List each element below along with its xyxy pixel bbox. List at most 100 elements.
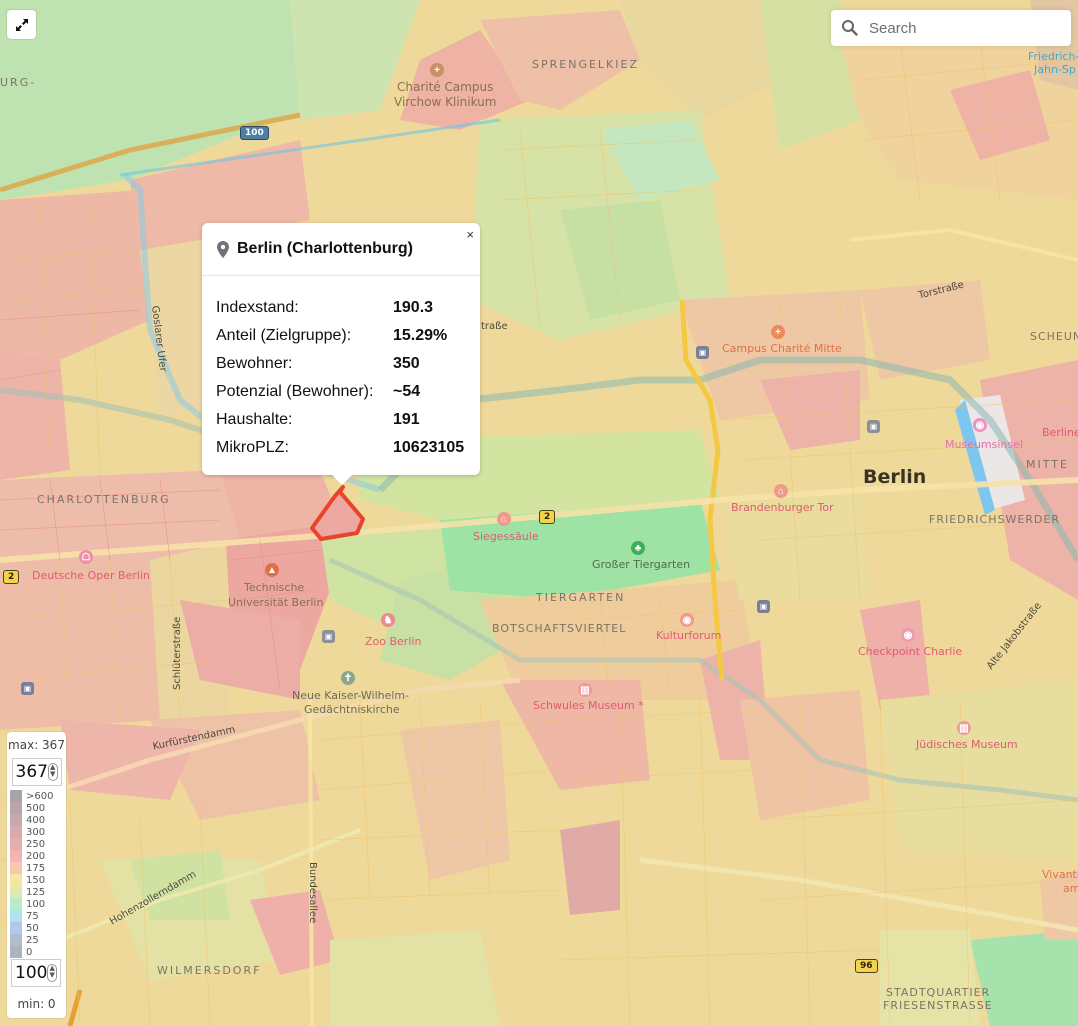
legend-swatch <box>10 922 22 934</box>
detail-row: Anteil (Zielgruppe): 15.29% <box>216 322 464 350</box>
region[interactable] <box>880 930 980 1026</box>
legend-swatch <box>10 790 22 802</box>
legend-step: 300 <box>10 826 66 838</box>
legend-swatch <box>10 946 22 958</box>
legend-step-label: 175 <box>26 862 46 874</box>
university-icon: ▲ <box>265 563 279 577</box>
legend-step-label: 400 <box>26 814 46 826</box>
museum-icon: ▥ <box>578 683 592 697</box>
park-icon: ♣ <box>631 541 645 555</box>
region[interactable] <box>560 820 620 915</box>
legend-step-label: >600 <box>26 790 54 802</box>
legend-step: 175 <box>10 862 66 874</box>
legend-step-label: 75 <box>26 910 39 922</box>
expand-arrows-icon <box>15 18 28 31</box>
hospital-icon: + <box>430 63 444 77</box>
church-icon: ✝ <box>341 671 355 685</box>
legend-swatch <box>10 910 22 922</box>
legend-step: >600 <box>10 790 66 802</box>
legend-scale: >600 500 400 300 250 200 175 150 125 100 75 50 25 0 <box>10 790 66 958</box>
highway-shield-b2-center: 2 <box>539 510 556 524</box>
detail-value: 15.29% <box>393 327 448 344</box>
min-value[interactable]: 100 <box>15 963 47 983</box>
legend-max-label: max: 367 <box>8 738 65 752</box>
legend-swatch <box>10 826 22 838</box>
legend-step-label: 500 <box>26 802 46 814</box>
legend-step-label: 200 <box>26 850 46 862</box>
legend-step: 0 <box>10 946 66 958</box>
camera-icon: ◉ <box>680 613 694 627</box>
train-station-icon: ▣ <box>867 420 880 433</box>
color-scale-legend: max: 367 367 ▲ ▼ >600 500 400 300 250 200 175 15… <box>7 732 66 1018</box>
legend-swatch <box>10 886 22 898</box>
region[interactable] <box>720 490 870 600</box>
legend-swatch <box>10 850 22 862</box>
search-input[interactable] <box>867 18 1061 38</box>
legend-step: 75 <box>10 910 66 922</box>
search-box[interactable] <box>831 10 1071 46</box>
highway-shield-b96: 96 <box>855 959 878 973</box>
legend-step-label: 125 <box>26 886 46 898</box>
popup-details-table: Indexstand: 190.3 Anteil (Zielgruppe): 15.… <box>216 294 464 462</box>
popup-header: Berlin (Charlottenburg) <box>202 223 480 276</box>
detail-label: Bewohner: <box>216 355 293 372</box>
popup-title: Berlin (Charlottenburg) <box>237 240 413 257</box>
legend-swatch <box>10 814 22 826</box>
region[interactable] <box>0 350 70 480</box>
max-value-stepper[interactable]: 367 ▲ ▼ <box>11 758 62 786</box>
legend-step: 400 <box>10 814 66 826</box>
legend-step-label: 100 <box>26 898 46 910</box>
legend-min-label: min: 0 <box>17 997 56 1011</box>
legend-swatch <box>10 874 22 886</box>
detail-row: Haushalte: 191 <box>216 406 464 434</box>
legend-step: 200 <box>10 850 66 862</box>
highway-shield-a100: 100 <box>240 126 269 140</box>
camera-icon: ◉ <box>973 418 987 432</box>
region[interactable] <box>880 680 1078 860</box>
train-station-icon: ▣ <box>696 346 709 359</box>
legend-step-label: 25 <box>26 934 39 946</box>
min-value-stepper[interactable]: 100 ▲ ▼ <box>11 959 61 987</box>
road-bundesallee <box>308 699 314 1026</box>
legend-step: 500 <box>10 802 66 814</box>
legend-step-label: 300 <box>26 826 46 838</box>
search-icon <box>842 20 858 36</box>
detail-row: Bewohner: 350 <box>216 350 464 378</box>
theater-icon: ☖ <box>79 550 93 564</box>
stepper-arrows-icon[interactable]: ▲ ▼ <box>47 964 57 982</box>
legend-swatch <box>10 802 22 814</box>
region[interactable] <box>740 690 870 820</box>
max-value[interactable]: 367 <box>16 762 48 782</box>
legend-step: 50 <box>10 922 66 934</box>
info-popup: × Berlin (Charlottenburg) Indexstand: 190… <box>202 223 480 485</box>
detail-value: 191 <box>393 411 420 428</box>
legend-step: 25 <box>10 934 66 946</box>
hospital-icon: + <box>771 325 785 339</box>
detail-label: Anteil (Zielgruppe): <box>216 327 352 344</box>
legend-step-label: 50 <box>26 922 39 934</box>
legend-step: 125 <box>10 886 66 898</box>
museum-icon: ▥ <box>957 721 971 735</box>
detail-value: 10623105 <box>393 439 465 456</box>
fullscreen-button[interactable] <box>7 10 36 39</box>
region[interactable] <box>330 930 500 1026</box>
detail-label: Haushalte: <box>216 411 293 428</box>
detail-value: 190.3 <box>393 299 434 316</box>
monument-icon: ⌂ <box>497 512 511 526</box>
legend-step-label: 0 <box>26 946 33 958</box>
stepper-arrows-icon[interactable]: ▲ ▼ <box>47 763 58 781</box>
legend-swatch <box>10 862 22 874</box>
legend-step: 250 <box>10 838 66 850</box>
landmark-icon: ⌂ <box>774 484 788 498</box>
detail-label: Indexstand: <box>216 299 299 316</box>
camera-icon: ◉ <box>901 628 915 642</box>
legend-swatch <box>10 898 22 910</box>
legend-step-label: 250 <box>26 838 46 850</box>
legend-step-label: 150 <box>26 874 46 886</box>
detail-value: ~54 <box>393 383 421 400</box>
region[interactable] <box>0 560 160 730</box>
train-station-icon: ▣ <box>322 630 335 643</box>
map-pin-icon <box>217 240 229 258</box>
popup-close-button[interactable]: × <box>466 227 474 242</box>
highway-shield-b2-west: 2 <box>3 570 20 584</box>
